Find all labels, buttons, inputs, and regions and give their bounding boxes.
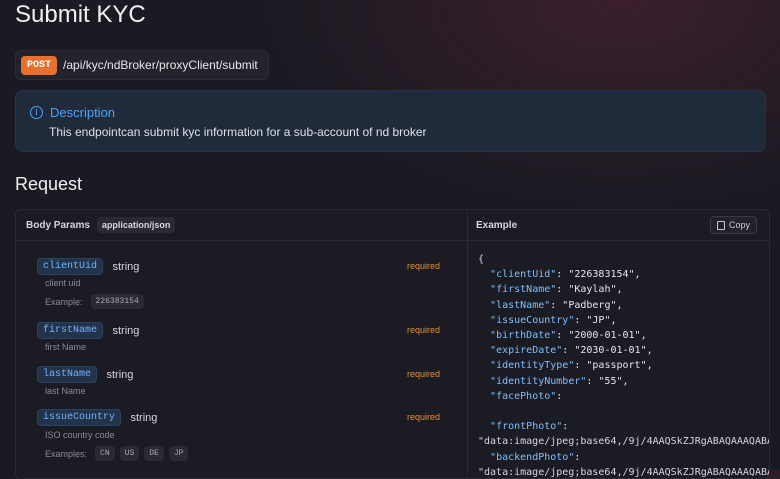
example-header: Example Copy bbox=[468, 210, 769, 241]
example-label: Example: bbox=[45, 296, 83, 307]
param-lastName: lastName string bbox=[37, 366, 133, 384]
code-value: : "55", bbox=[586, 375, 629, 387]
param-clientUid: clientUid string bbox=[37, 258, 139, 276]
param-description: first Name bbox=[45, 342, 87, 352]
code-value: : "Kaylah", bbox=[556, 284, 623, 296]
body-params-label: Body Params bbox=[26, 219, 90, 231]
example-chip: JP bbox=[168, 446, 189, 461]
code-key: "birthDate" bbox=[490, 330, 557, 342]
code-key: "frontPhoto" bbox=[490, 421, 563, 433]
code-value: : bbox=[556, 390, 563, 402]
code-value: : bbox=[574, 451, 581, 463]
body-params-header: Body Params application/json bbox=[16, 210, 467, 241]
param-firstName: firstName string bbox=[37, 322, 139, 340]
copy-label: Copy bbox=[728, 220, 750, 230]
description-heading-label: Description bbox=[50, 105, 116, 120]
param-name: firstName bbox=[37, 322, 104, 340]
param-example: Example: 226383154 bbox=[45, 294, 144, 309]
code-line: "clientUid": "226383154", bbox=[478, 267, 769, 282]
example-code[interactable]: { "clientUid": "226383154", "firstName":… bbox=[478, 252, 770, 478]
param-type: string bbox=[112, 260, 140, 273]
request-panel: Body Params application/json clientUid s… bbox=[15, 209, 770, 479]
param-description: client uid bbox=[45, 278, 81, 288]
code-line: "expireDate": "2030-01-01", bbox=[478, 343, 769, 358]
param-required: required bbox=[407, 412, 441, 422]
code-line: "issueCountry": "JP", bbox=[478, 313, 769, 328]
code-value: : "2000-01-01", bbox=[556, 330, 647, 342]
code-value: : "226383154", bbox=[556, 269, 641, 281]
example-title: Example bbox=[476, 219, 518, 231]
request-title: Request bbox=[15, 174, 83, 194]
param-name: lastName bbox=[37, 366, 98, 384]
param-examples: Examples: CN US DE JP bbox=[45, 446, 189, 461]
code-value: : "2030-01-01", bbox=[562, 345, 653, 357]
param-description: last Name bbox=[45, 386, 86, 396]
code-line: "birthDate": "2000-01-01", bbox=[478, 328, 769, 343]
example-chip: 226383154 bbox=[90, 294, 144, 309]
example-chip: US bbox=[119, 446, 140, 461]
code-line: "facePhoto": bbox=[478, 389, 769, 404]
param-description: ISO country code bbox=[45, 430, 115, 440]
copy-icon bbox=[716, 220, 725, 230]
code-value: : "JP", bbox=[574, 314, 617, 326]
code-line: "identityNumber": "55", bbox=[478, 374, 769, 389]
examples-label: Examples: bbox=[45, 448, 88, 459]
code-line: "firstName": "Kaylah", bbox=[478, 282, 769, 297]
code-value: : "passport", bbox=[574, 360, 653, 372]
copy-button[interactable]: Copy bbox=[709, 216, 757, 234]
example-chip: DE bbox=[144, 446, 164, 461]
code-line: { bbox=[478, 254, 485, 265]
code-line: "lastName": "Padberg", bbox=[478, 298, 769, 313]
param-type: string bbox=[106, 368, 134, 381]
code-value: : bbox=[562, 421, 569, 433]
description-text: This endpointcan submit kyc information … bbox=[49, 125, 427, 139]
param-type: string bbox=[130, 411, 158, 424]
content-type-badge: application/json bbox=[96, 217, 176, 233]
param-required: required bbox=[407, 369, 441, 379]
code-value: : "Padberg", bbox=[550, 299, 623, 311]
code-key: "facePhoto" bbox=[490, 390, 557, 402]
code-key: "clientUid" bbox=[490, 269, 557, 281]
code-key: "identityNumber" bbox=[490, 375, 587, 387]
code-line: "data:image/jpeg;base64,/9j/4AAQSkZJRgAB… bbox=[478, 436, 770, 448]
param-required: required bbox=[407, 325, 441, 335]
description-heading: i Description bbox=[30, 105, 115, 120]
param-required: required bbox=[407, 261, 441, 271]
code-line: "backendPhoto": bbox=[478, 450, 769, 465]
param-type: string bbox=[112, 324, 140, 337]
code-key: "backendPhoto" bbox=[490, 451, 575, 463]
example-pane: Example Copy { "clientUid": "226383154",… bbox=[468, 210, 769, 478]
method-badge: POST bbox=[21, 55, 58, 75]
body-params-pane: Body Params application/json clientUid s… bbox=[16, 210, 468, 478]
param-name: issueCountry bbox=[37, 409, 122, 427]
code-key: "identityType" bbox=[490, 360, 575, 372]
code-line: "data:image/jpeg;base64,/9j/4AAQSkZJRgAB… bbox=[478, 466, 770, 478]
page-title: Submit KYC bbox=[15, 1, 146, 28]
code-key: "issueCountry" bbox=[490, 314, 575, 326]
endpoint-bar: POST /api/kyc/ndBroker/proxyClient/submi… bbox=[15, 50, 269, 80]
description-callout: i Description This endpointcan submit ky… bbox=[15, 90, 766, 152]
info-icon: i bbox=[30, 106, 43, 119]
param-issueCountry: issueCountry string bbox=[37, 409, 157, 427]
code-line: "frontPhoto": bbox=[478, 419, 769, 434]
code-key: "firstName" bbox=[490, 284, 557, 296]
code-line: "identityType": "passport", bbox=[478, 358, 769, 373]
code-key: "expireDate" bbox=[490, 345, 563, 357]
endpoint-path: /api/kyc/ndBroker/proxyClient/submit bbox=[63, 58, 258, 72]
code-key: "lastName" bbox=[490, 299, 551, 311]
param-name: clientUid bbox=[37, 258, 104, 276]
example-chip: CN bbox=[95, 446, 115, 461]
